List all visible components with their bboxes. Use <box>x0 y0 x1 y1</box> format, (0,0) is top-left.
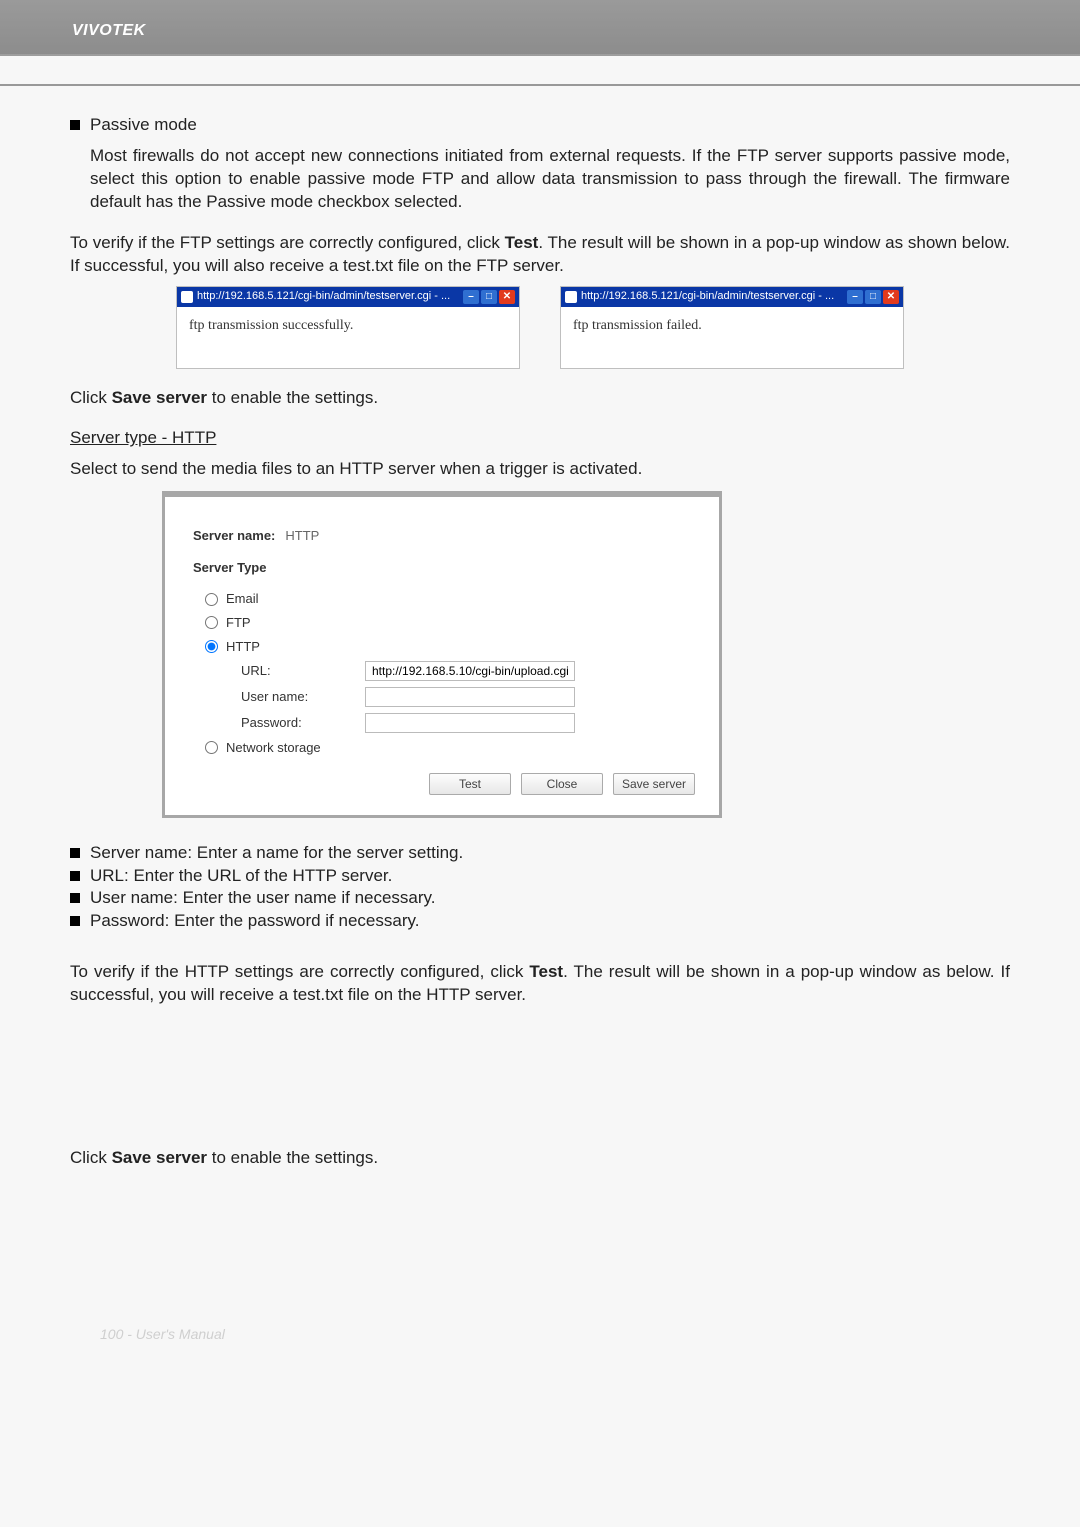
save-server-text-1: Click Save server to enable the settings… <box>70 387 1010 410</box>
close-button[interactable]: Close <box>521 773 603 795</box>
save-pre: Click <box>70 388 112 407</box>
verify-ftp-pre: To verify if the FTP settings are correc… <box>70 233 505 252</box>
save-server-text-2: Click Save server to enable the settings… <box>70 1147 1010 1170</box>
bullet-pass: Password: Enter the password if necessar… <box>70 910 1010 933</box>
option-email[interactable]: Email <box>193 590 695 608</box>
http-section-desc: Select to send the media files to an HTT… <box>70 458 1010 481</box>
popup-failed: http://192.168.5.121/cgi-bin/admin/tests… <box>560 286 904 369</box>
minimize-icon[interactable]: – <box>847 290 863 304</box>
popup-titlebar: http://192.168.5.121/cgi-bin/admin/tests… <box>177 287 519 307</box>
option-network-storage[interactable]: Network storage <box>193 739 695 757</box>
url-input[interactable] <box>365 661 575 681</box>
bullet-server-name: Server name: Enter a name for the server… <box>70 842 1010 865</box>
page-header: VIVOTEK <box>0 0 1080 56</box>
bullet-user: User name: Enter the user name if necess… <box>70 887 1010 910</box>
popup-title: http://192.168.5.121/cgi-bin/admin/tests… <box>581 289 834 304</box>
bullet-server-name-text: Server name: Enter a name for the server… <box>90 842 463 865</box>
bullet-icon <box>70 120 80 130</box>
option-network-storage-label: Network storage <box>226 739 321 757</box>
username-label: User name: <box>205 688 365 706</box>
verify-http-text: To verify if the HTTP settings are corre… <box>70 961 1010 1007</box>
popup-body-success: ftp transmission successfully. <box>177 307 519 368</box>
bullet-url-text: URL: Enter the URL of the HTTP server. <box>90 865 392 888</box>
radio-network-storage[interactable] <box>205 741 218 754</box>
option-ftp-label: FTP <box>226 614 251 632</box>
url-label: URL: <box>205 662 365 680</box>
radio-email[interactable] <box>205 593 218 606</box>
server-type-heading: Server Type <box>193 559 695 577</box>
close-icon[interactable]: ✕ <box>883 290 899 304</box>
bullet-user-text: User name: Enter the user name if necess… <box>90 887 436 910</box>
save-server-button[interactable]: Save server <box>613 773 695 795</box>
server-name-value: HTTP <box>285 527 319 545</box>
verify-http-bold: Test <box>529 962 563 981</box>
radio-ftp[interactable] <box>205 616 218 629</box>
verify-ftp-bold: Test <box>505 233 539 252</box>
popup-title: http://192.168.5.121/cgi-bin/admin/tests… <box>197 289 450 304</box>
option-email-label: Email <box>226 590 259 608</box>
popup-titlebar: http://192.168.5.121/cgi-bin/admin/tests… <box>561 287 903 307</box>
passive-mode-body: Most firewalls do not accept new connect… <box>70 145 1010 214</box>
passive-mode-title: Passive mode <box>90 115 197 134</box>
popup-success: http://192.168.5.121/cgi-bin/admin/tests… <box>176 286 520 369</box>
maximize-icon[interactable]: □ <box>865 290 881 304</box>
server-name-label: Server name: <box>193 527 275 545</box>
http-config-panel: Server name: HTTP Server Type Email FTP … <box>162 491 722 817</box>
save-bold: Save server <box>112 388 207 407</box>
username-input[interactable] <box>365 687 575 707</box>
verify-http-pre: To verify if the HTTP settings are corre… <box>70 962 529 981</box>
option-http[interactable]: HTTP <box>193 638 695 656</box>
verify-ftp-text: To verify if the FTP settings are correc… <box>70 232 1010 278</box>
page-footer: 100 - User's Manual <box>0 1310 1080 1342</box>
save-post-2: to enable the settings. <box>207 1148 378 1167</box>
passive-mode-item: Passive mode <box>70 114 1010 137</box>
ie-icon <box>181 291 193 303</box>
popup-body-failed: ftp transmission failed. <box>561 307 903 368</box>
save-pre-2: Click <box>70 1148 112 1167</box>
close-icon[interactable]: ✕ <box>499 290 515 304</box>
bullet-url: URL: Enter the URL of the HTTP server. <box>70 865 1010 888</box>
password-input[interactable] <box>365 713 575 733</box>
bullet-icon <box>70 916 80 926</box>
brand-logo: VIVOTEK <box>72 22 146 39</box>
http-section-heading: Server type - HTTP <box>70 428 216 447</box>
maximize-icon[interactable]: □ <box>481 290 497 304</box>
minimize-icon[interactable]: – <box>463 290 479 304</box>
ie-icon <box>565 291 577 303</box>
radio-http[interactable] <box>205 640 218 653</box>
bullet-icon <box>70 848 80 858</box>
save-bold-2: Save server <box>112 1148 207 1167</box>
save-post: to enable the settings. <box>207 388 378 407</box>
option-http-label: HTTP <box>226 638 260 656</box>
option-ftp[interactable]: FTP <box>193 614 695 632</box>
bullet-icon <box>70 893 80 903</box>
password-label: Password: <box>205 714 365 732</box>
test-button[interactable]: Test <box>429 773 511 795</box>
bullet-icon <box>70 871 80 881</box>
bullet-pass-text: Password: Enter the password if necessar… <box>90 910 419 933</box>
